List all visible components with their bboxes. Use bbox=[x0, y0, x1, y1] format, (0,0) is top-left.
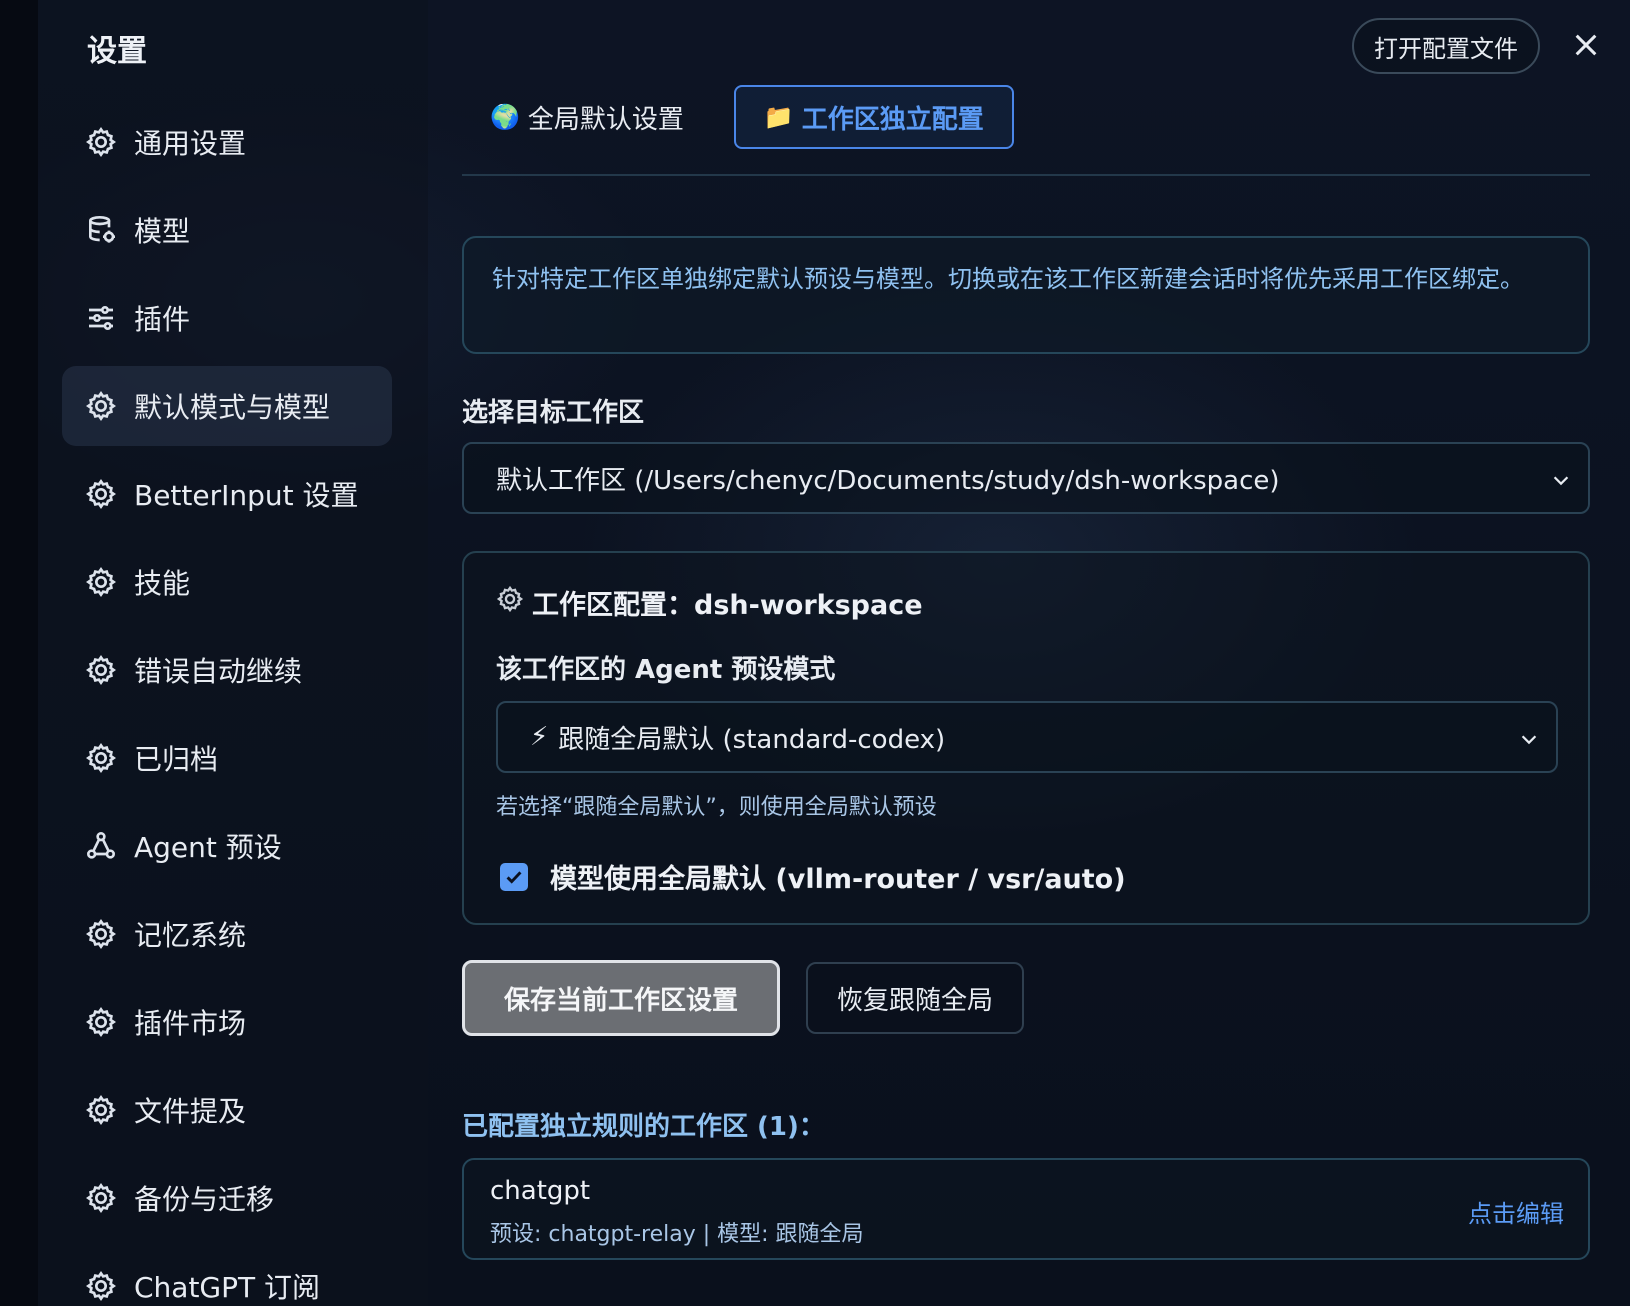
database-icon bbox=[84, 213, 118, 247]
sidebar-item-plugins[interactable]: 插件 bbox=[62, 278, 392, 358]
sidebar-item-file-mentions[interactable]: 文件提及 bbox=[62, 1070, 392, 1150]
sidebar-item-label: 技能 bbox=[134, 567, 191, 600]
open-config-file-button[interactable]: 打开配置文件 bbox=[1352, 18, 1540, 74]
use-global-model-row[interactable]: 模型使用全局默认 (vllm-router / vsr/auto) bbox=[500, 857, 1126, 896]
list-item[interactable]: chatgpt 预设: chatgpt-relay | 模型: 跟随全局 点击编… bbox=[462, 1158, 1590, 1260]
sidebar-item-agent-presets[interactable]: Agent 预设 bbox=[62, 806, 392, 886]
gear-icon bbox=[84, 389, 118, 423]
sidebar-item-backup-migration[interactable]: 备份与迁移 bbox=[62, 1158, 392, 1238]
target-workspace-select[interactable]: 默认工作区 (/Users/chenyc/Documents/study/dsh… bbox=[462, 442, 1590, 514]
close-icon bbox=[1575, 34, 1597, 56]
chevron-down-icon bbox=[1518, 727, 1540, 749]
gear-icon bbox=[84, 565, 118, 599]
target-workspace-label: 选择目标工作区 bbox=[462, 398, 645, 428]
gear-icon bbox=[84, 741, 118, 775]
gear-icon bbox=[84, 125, 118, 159]
card-title: 工作区配置：dsh-workspace bbox=[496, 583, 923, 622]
sidebar-item-label: 默认模式与模型 bbox=[134, 391, 331, 424]
sidebar-item-label: 模型 bbox=[134, 215, 191, 248]
tab-workspace-config[interactable]: 📁 工作区独立配置 bbox=[733, 85, 1014, 149]
window-edge bbox=[0, 0, 38, 1306]
reset-to-global-button[interactable]: 恢复跟随全局 bbox=[806, 962, 1024, 1034]
preset-mode-select[interactable]: ⚡ 跟随全局默认 (standard-codex) bbox=[496, 701, 1558, 773]
preset-hint: 若选择“跟随全局默认”，则使用全局默认预设 bbox=[496, 795, 937, 820]
sidebar-item-label: 插件市场 bbox=[134, 1007, 247, 1040]
sidebar-nav: 通用设置 模型 插件 默认模式与模型 BetterInput 设置 技能 错误自… bbox=[62, 102, 392, 1306]
save-workspace-settings-button[interactable]: 保存当前工作区设置 bbox=[462, 960, 780, 1036]
folder-icon: 📁 bbox=[763, 103, 794, 131]
sidebar-item-label: 记忆系统 bbox=[134, 919, 247, 952]
nodes-icon bbox=[84, 829, 118, 863]
sidebar-item-label: 错误自动继续 bbox=[134, 655, 303, 688]
configured-workspaces-title: 已配置独立规则的工作区 (1)： bbox=[462, 1112, 825, 1142]
sidebar-item-memory[interactable]: 记忆系统 bbox=[62, 894, 392, 974]
sidebar-item-label: 备份与迁移 bbox=[134, 1183, 275, 1216]
gear-icon bbox=[84, 653, 118, 687]
workspace-meta: 预设: chatgpt-relay | 模型: 跟随全局 bbox=[490, 1222, 864, 1247]
gear-icon bbox=[84, 1181, 118, 1215]
gear-icon bbox=[84, 1005, 118, 1039]
gear-icon bbox=[496, 585, 532, 620]
sidebar-item-label: 文件提及 bbox=[134, 1095, 247, 1128]
preset-mode-label: 该工作区的 Agent 预设模式 bbox=[496, 655, 836, 685]
tab-label: 工作区独立配置 bbox=[801, 104, 984, 135]
page-title: 设置 bbox=[87, 34, 147, 69]
sidebar-item-skills[interactable]: 技能 bbox=[62, 542, 392, 622]
sidebar-item-label: 通用设置 bbox=[134, 127, 247, 160]
sidebar-item-betterinput[interactable]: BetterInput 设置 bbox=[62, 454, 392, 534]
lightning-icon: ⚡ bbox=[530, 722, 549, 752]
tab-global-defaults[interactable]: 🌍 全局默认设置 bbox=[462, 85, 712, 149]
sidebar-item-chatgpt-subscription[interactable]: ChatGPT 订阅 bbox=[62, 1246, 392, 1306]
gear-icon bbox=[84, 917, 118, 951]
sidebar-item-plugin-market[interactable]: 插件市场 bbox=[62, 982, 392, 1062]
tab-label: 全局默认设置 bbox=[527, 104, 684, 135]
tab-divider bbox=[462, 174, 1590, 176]
sidebar-item-label: 已归档 bbox=[134, 743, 219, 776]
sidebar-item-general[interactable]: 通用设置 bbox=[62, 102, 392, 182]
sidebar-item-label: 插件 bbox=[134, 303, 191, 336]
check-icon bbox=[506, 870, 522, 884]
globe-icon: 🌍 bbox=[490, 103, 520, 131]
sliders-icon bbox=[84, 301, 118, 335]
sidebar-item-label: ChatGPT 订阅 bbox=[134, 1271, 321, 1304]
sidebar-item-archived[interactable]: 已归档 bbox=[62, 718, 392, 798]
sidebar-item-label: BetterInput 设置 bbox=[134, 479, 359, 512]
gear-icon bbox=[84, 1093, 118, 1127]
use-global-model-checkbox[interactable] bbox=[500, 862, 528, 891]
sidebar-item-label: Agent 预设 bbox=[134, 831, 282, 864]
edit-link[interactable]: 点击编辑 bbox=[1468, 1194, 1564, 1229]
select-value: 跟随全局默认 (standard-codex) bbox=[558, 724, 946, 755]
sidebar-item-default-mode-model[interactable]: 默认模式与模型 bbox=[62, 366, 392, 446]
workspace-name: chatgpt bbox=[490, 1176, 591, 1206]
select-value: 默认工作区 (/Users/chenyc/Documents/study/dsh… bbox=[496, 465, 1280, 496]
chevron-down-icon bbox=[1550, 468, 1572, 490]
gear-icon bbox=[84, 1269, 118, 1303]
gear-icon bbox=[84, 477, 118, 511]
close-button[interactable] bbox=[1567, 26, 1605, 64]
sidebar-item-models[interactable]: 模型 bbox=[62, 190, 392, 270]
sidebar-item-error-auto-continue[interactable]: 错误自动继续 bbox=[62, 630, 392, 710]
tab-bar: 🌍 全局默认设置 📁 工作区独立配置 bbox=[462, 84, 1014, 150]
checkbox-label: 模型使用全局默认 (vllm-router / vsr/auto) bbox=[550, 864, 1126, 895]
info-banner: 针对特定工作区单独绑定默认预设与模型。切换或在该工作区新建会话时将优先采用工作区… bbox=[462, 236, 1590, 354]
card-title-text: 工作区配置：dsh-workspace bbox=[532, 590, 923, 621]
workspace-config-card: 工作区配置：dsh-workspace 该工作区的 Agent 预设模式 ⚡ 跟… bbox=[462, 551, 1590, 925]
